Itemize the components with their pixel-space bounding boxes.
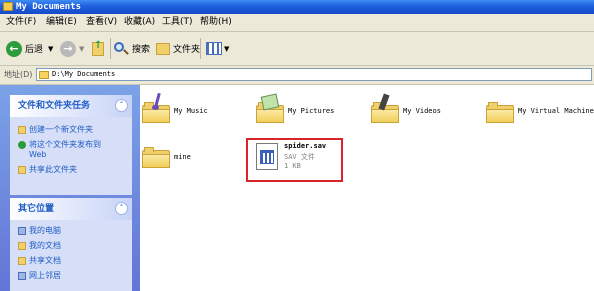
back-button[interactable]: ← 后退 ▼ [6,32,53,65]
folder-my-pictures[interactable]: My Pictures [256,93,356,130]
folders-label: 文件夹 [173,45,201,55]
folder-name: My Videos [403,107,441,115]
globe-icon [18,141,26,149]
folder-my-virtual-machines[interactable]: My Virtual Machines [486,95,594,130]
folder-name: My Virtual Machines [518,107,594,115]
up-button[interactable]: ↑ [92,32,104,65]
title-bar[interactable]: My Documents [0,0,594,14]
address-value: D:\My Documents [52,70,116,78]
collapse-chevron-icon[interactable]: ˄ [115,99,128,112]
folder-name: mine [174,153,191,161]
documents-folder-icon [18,242,26,250]
search-label: 搜索 [132,45,151,55]
menu-edit[interactable]: 编辑(E) [46,14,77,31]
new-folder-icon [18,126,26,134]
forward-arrow-icon: → [60,40,76,57]
menu-tools[interactable]: 工具(T) [162,14,193,31]
folder-name: My Pictures [288,107,335,115]
other-places-header[interactable]: 其它位置 ˄ [10,198,132,220]
folder-icon [3,2,13,11]
window-title: My Documents [16,2,82,12]
folder-icon [142,146,170,168]
back-arrow-icon: ← [6,40,22,57]
back-label: 后退 [25,45,44,55]
folder-my-videos[interactable]: My Videos [371,93,471,130]
menu-view[interactable]: 查看(V) [86,14,117,31]
file-tasks-header[interactable]: 文件和文件夹任务 ˄ [10,95,132,117]
file-size: 1 KB [284,162,301,170]
address-bar: 地址(D) D:\My Documents [0,66,594,85]
file-tasks-title: 文件和文件夹任务 [18,101,91,111]
videos-folder-icon [371,93,399,123]
views-icon [206,42,222,55]
share-folder-icon [18,166,26,174]
menu-bar: 文件(F) 编辑(E) 查看(V) 收藏(A) 工具(T) 帮助(H) [0,14,594,32]
task-pane: 文件和文件夹任务 ˄ 创建一个新文件夹 将这个文件夹发布到 Web 共享此文件夹… [0,85,140,291]
collapse-chevron-icon[interactable]: ˄ [115,202,128,215]
file-name[interactable]: spider.sav [284,142,326,150]
pictures-folder-icon [256,93,284,123]
chevron-down-icon: ▼ [79,44,85,53]
network-icon [18,272,26,280]
folder-up-icon: ↑ [92,40,104,56]
other-places-title: 其它位置 [18,204,55,214]
folders-button[interactable]: 文件夹 [156,32,200,65]
menu-help[interactable]: 帮助(H) [200,14,232,31]
search-icon [114,41,129,56]
forward-button[interactable]: → ▼ [60,32,84,65]
folder-name: My Music [174,107,208,115]
folder-icon [39,71,49,79]
chevron-down-icon: ▼ [224,44,230,53]
toolbar: ← 后退 ▼ → ▼ ↑ 搜索 文件夹 ▼ [0,32,594,66]
address-label: 地址(D) [4,70,33,79]
computer-icon [18,227,26,235]
menu-file[interactable]: 文件(F) [6,14,36,31]
folder-my-music[interactable]: My Music [142,92,232,130]
folder-mine[interactable]: mine [142,140,232,175]
chevron-down-icon: ▼ [48,44,54,53]
folder-icon [486,101,514,123]
spss-data-file-icon[interactable] [256,143,278,170]
file-type: SAV 文件 [284,153,315,161]
music-folder-icon [142,92,170,123]
other-places-panel: 其它位置 ˄ 我的电脑 我的文档 共享文档 网上邻居 [10,198,132,291]
address-input[interactable]: D:\My Documents [36,68,592,81]
search-button[interactable]: 搜索 [114,32,150,65]
menu-favorites[interactable]: 收藏(A) [124,14,155,31]
file-tasks-panel: 文件和文件夹任务 ˄ 创建一个新文件夹 将这个文件夹发布到 Web 共享此文件夹 [10,95,132,195]
views-button[interactable]: ▼ [206,32,229,65]
folders-icon [156,42,170,55]
shared-folder-icon [18,257,26,265]
